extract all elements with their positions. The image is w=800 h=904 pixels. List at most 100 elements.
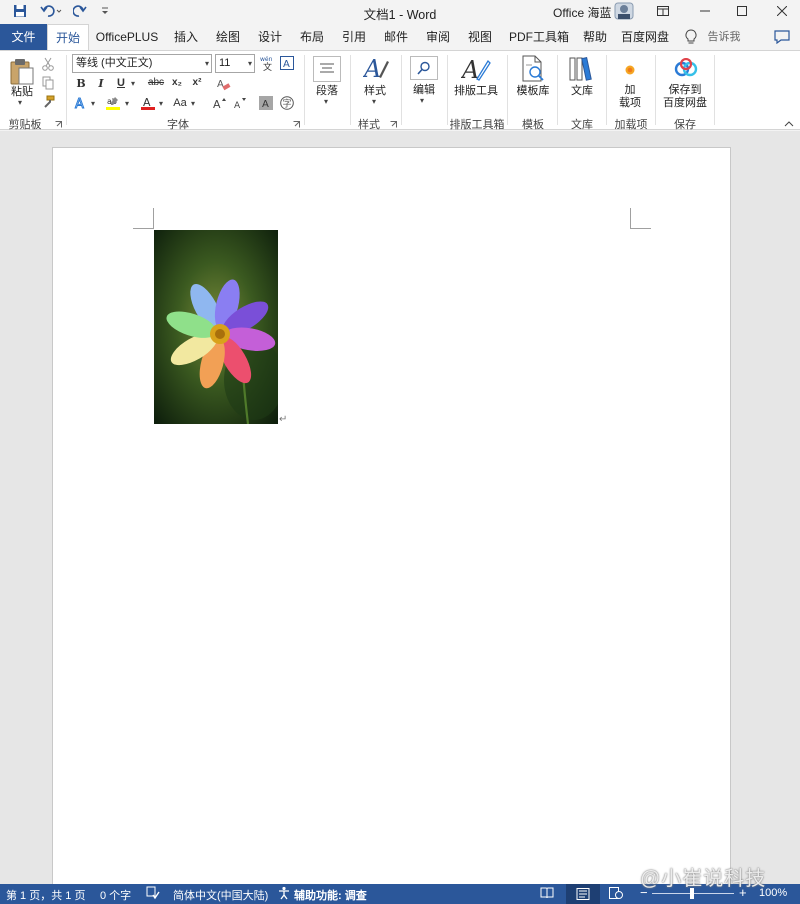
font-color-icon[interactable]: A (139, 94, 157, 112)
account-name[interactable]: Office 海蓝 (553, 4, 611, 21)
character-shading-icon[interactable]: A (258, 95, 274, 111)
template-library-button[interactable]: 模板库 (512, 85, 554, 98)
document-area[interactable]: ↵ (0, 131, 800, 904)
strikethrough-button[interactable]: abc (146, 77, 166, 88)
search-icon[interactable] (410, 56, 438, 80)
tab-pdf-toolbox[interactable]: PDF工具箱 (505, 24, 573, 50)
avatar[interactable] (613, 0, 635, 22)
paste-dropdown-icon[interactable]: ▾ (18, 98, 22, 107)
enclose-characters-icon[interactable]: 字 (279, 95, 295, 111)
change-case-dropdown-icon[interactable]: ▾ (191, 99, 195, 108)
subscript-button[interactable]: x₂ (170, 77, 184, 88)
comments-icon[interactable] (771, 26, 793, 48)
read-mode-icon[interactable] (540, 887, 554, 899)
paragraph-dropdown-icon[interactable]: ▾ (324, 97, 328, 106)
tab-design[interactable]: 设计 (252, 24, 288, 50)
ribbon-display-options-icon[interactable] (652, 0, 674, 22)
styles-icon[interactable]: A (362, 54, 390, 84)
tab-references[interactable]: 引用 (336, 24, 372, 50)
maximize-icon[interactable] (731, 0, 753, 22)
redo-icon[interactable] (70, 0, 90, 22)
tab-home[interactable]: 开始 (47, 24, 89, 51)
addin-icon[interactable] (622, 63, 638, 77)
collapse-ribbon-icon[interactable] (782, 119, 796, 129)
font-color-dropdown-icon[interactable]: ▾ (159, 99, 163, 108)
change-case-button[interactable]: Aa (171, 97, 189, 109)
italic-button[interactable]: I (94, 77, 108, 90)
word-count[interactable]: 0 个字 (100, 887, 131, 903)
styles-dropdown-icon[interactable]: ▾ (372, 97, 376, 106)
tab-mailings[interactable]: 邮件 (378, 24, 414, 50)
styles-launcher-icon[interactable] (389, 120, 397, 128)
font-size-combo[interactable]: 11 ▾ (215, 54, 255, 73)
clipboard-group-label: 剪贴板 (8, 119, 42, 131)
grow-font-icon[interactable]: A (212, 95, 228, 111)
paragraph-mark: ↵ (279, 414, 288, 425)
tab-file[interactable]: 文件 (0, 24, 47, 50)
font-size-value: 11 (219, 57, 231, 69)
save-label-line1: 保存到 (668, 84, 702, 96)
library-button[interactable]: 文库 (563, 85, 601, 98)
undo-icon[interactable] (38, 0, 66, 22)
text-effects-icon[interactable]: A (73, 94, 89, 112)
underline-dropdown-icon[interactable]: ▾ (131, 79, 135, 88)
template-library-icon[interactable] (518, 54, 548, 84)
separator (714, 55, 715, 125)
phonetic-guide-icon[interactable]: wén 文 (259, 54, 275, 72)
document-page[interactable]: ↵ (52, 147, 731, 904)
save-icon[interactable] (10, 0, 30, 22)
layout-tool-icon[interactable]: A (460, 54, 492, 84)
language-status[interactable]: 简体中文(中国大陆) (173, 887, 268, 903)
tab-view[interactable]: 视图 (462, 24, 498, 50)
highlight-dropdown-icon[interactable]: ▾ (125, 99, 129, 108)
cut-icon[interactable] (40, 56, 56, 72)
proofing-icon[interactable] (146, 886, 160, 900)
editing-dropdown-icon[interactable]: ▾ (420, 96, 424, 105)
customize-toolbar-icon[interactable] (98, 0, 112, 22)
tab-officeplus[interactable]: OfficePLUS (92, 24, 162, 50)
tab-review[interactable]: 审阅 (420, 24, 456, 50)
library-icon[interactable] (567, 54, 597, 84)
underline-button[interactable]: U (114, 77, 128, 89)
copy-icon[interactable] (40, 75, 56, 91)
web-layout-icon[interactable] (609, 887, 623, 899)
text-effects-dropdown-icon[interactable]: ▾ (91, 99, 95, 108)
paste-icon[interactable] (8, 57, 36, 87)
font-launcher-icon[interactable] (292, 120, 300, 128)
page-count[interactable]: 第 1 页，共 1 页 (6, 887, 85, 903)
clipboard-launcher-icon[interactable] (54, 120, 62, 128)
chevron-down-icon[interactable]: ▾ (248, 55, 252, 72)
tab-baidu-netdisk[interactable]: 百度网盘 (617, 24, 673, 50)
accessibility-icon[interactable] (278, 886, 292, 900)
tab-help[interactable]: 帮助 (577, 24, 613, 50)
paragraph-icon[interactable] (313, 56, 341, 82)
accessibility-status[interactable]: 辅助功能: 调查 (294, 887, 367, 903)
bold-button[interactable]: B (74, 77, 88, 90)
minimize-icon[interactable] (694, 0, 716, 22)
addin-button[interactable]: 加载项 (612, 84, 648, 110)
baidu-netdisk-icon[interactable] (672, 56, 700, 82)
svg-text:A: A (262, 99, 269, 110)
superscript-button[interactable]: x² (190, 77, 204, 88)
svg-text:A: A (75, 97, 84, 110)
format-painter-icon[interactable] (40, 94, 56, 110)
lightbulb-icon[interactable] (683, 26, 699, 48)
close-icon[interactable] (771, 0, 793, 22)
tab-draw[interactable]: 绘图 (210, 24, 246, 50)
layout-tool-button[interactable]: 排版工具 (452, 85, 500, 98)
tab-insert[interactable]: 插入 (168, 24, 204, 50)
separator (401, 55, 402, 125)
print-layout-button[interactable] (566, 884, 600, 904)
save-to-baidu-button[interactable]: 保存到 百度网盘 (660, 84, 710, 110)
layout-toolbox-group-label: 排版工具箱 (449, 119, 505, 131)
highlight-color-icon[interactable]: ab (104, 94, 122, 112)
character-border-icon[interactable]: A (279, 54, 295, 72)
font-name-combo[interactable]: 等线 (中文正文) ▾ (72, 54, 212, 73)
svg-text:A: A (213, 98, 221, 110)
chevron-down-icon[interactable]: ▾ (205, 55, 209, 72)
shrink-font-icon[interactable]: A (233, 95, 249, 111)
tab-layout[interactable]: 布局 (294, 24, 330, 50)
clear-formatting-icon[interactable]: A (216, 76, 232, 92)
flower-image[interactable] (154, 230, 278, 424)
tell-me-search[interactable]: 告诉我 (704, 24, 744, 50)
